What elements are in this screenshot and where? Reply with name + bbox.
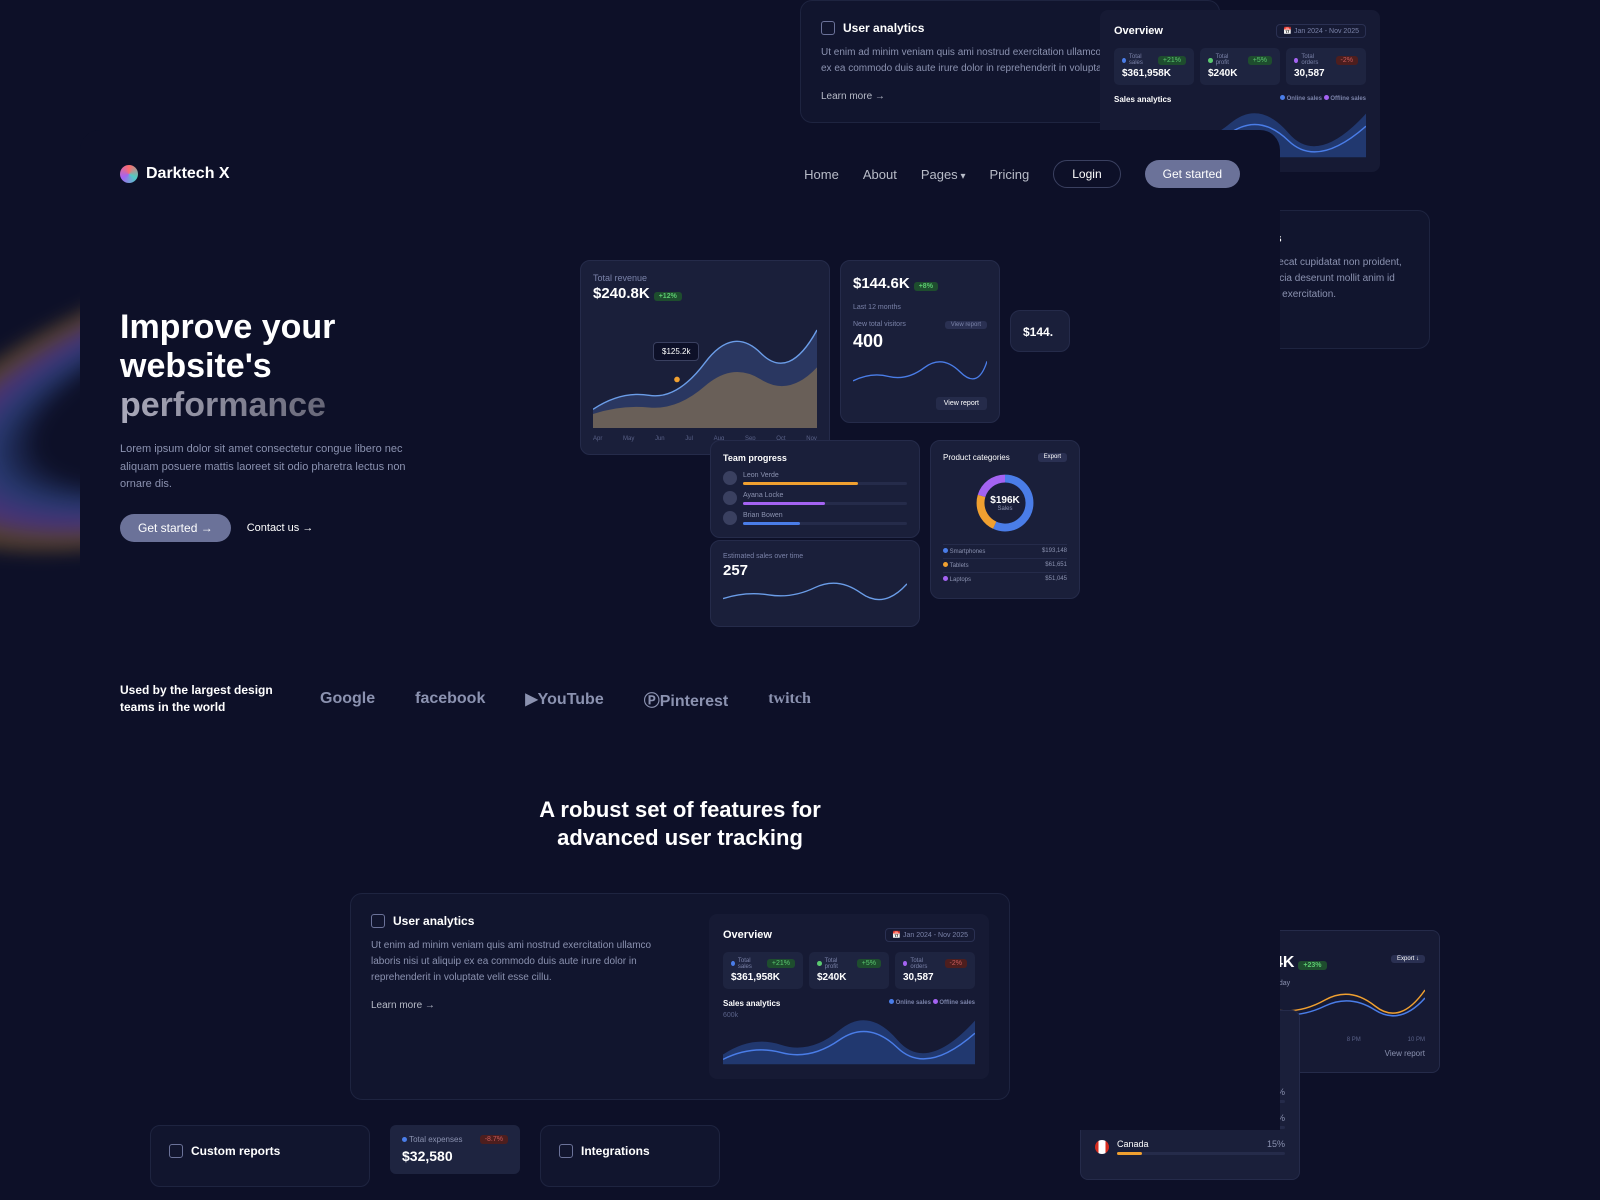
hero-cta[interactable]: Get started → (120, 514, 231, 542)
custom-reports-card: Custom reports (150, 1125, 370, 1187)
logo-facebook: facebook (415, 690, 485, 708)
date-range[interactable]: 📅 Jan 2024 - Nov 2025 (1276, 24, 1366, 38)
login-button[interactable]: Login (1053, 160, 1120, 188)
view-report-button[interactable]: View report (945, 321, 987, 329)
integrations-icon (559, 1144, 573, 1158)
export-button[interactable]: Export (1038, 453, 1067, 462)
logo-google: Google (320, 690, 375, 708)
overview-title: Overview (1114, 25, 1163, 37)
user-analytics-title: User analytics (843, 21, 924, 35)
stat-orders: Total orders-2%30,587 (1286, 48, 1366, 85)
integrations-card: Integrations (540, 1125, 720, 1187)
features-headline: A robust set of features foradvanced use… (120, 796, 1240, 853)
country-ca: Canada15% (1095, 1139, 1285, 1155)
hero-title: Improve yourwebsite'sperformance (120, 308, 420, 425)
sales-analytics-label: Sales analytics (1114, 95, 1171, 104)
learn-more-link[interactable]: Learn more → (371, 1000, 679, 1011)
team-progress-title: Team progress (723, 453, 907, 463)
view-report-button[interactable]: View report (936, 397, 987, 410)
contact-link[interactable]: Contact us → (247, 522, 314, 534)
nav-about[interactable]: About (863, 167, 897, 182)
nav-pricing[interactable]: Pricing (990, 167, 1030, 182)
hero-subtitle: Lorem ipsum dolor sit amet consectetur c… (120, 441, 420, 494)
stat-sales: Total sales+21%$361,958K (1114, 48, 1194, 85)
export-button[interactable]: Export ↓ (1391, 955, 1425, 963)
document-icon (169, 1144, 183, 1158)
logo-twitch: twitch (768, 690, 811, 708)
nav-pages[interactable]: Pages (921, 167, 966, 182)
feature-card-analytics: User analytics Ut enim ad minim veniam q… (350, 893, 1010, 1100)
chart-tooltip: $125.2k (653, 342, 699, 361)
logos-text: Used by the largest design teams in the … (120, 682, 280, 716)
logo-pinterest: ⓅPinterest (644, 687, 728, 711)
user-icon (821, 21, 835, 35)
date-range[interactable]: 📅 Jan 2024 - Nov 2025 (885, 928, 975, 942)
brand-logo[interactable]: Darktech X (120, 165, 230, 183)
stat-expenses: Total expenses-8.7%$32,580 (390, 1125, 520, 1174)
logo-youtube: ▶YouTube (525, 689, 603, 709)
stat-profit: Total profit+5%$240K (1200, 48, 1280, 85)
get-started-button[interactable]: Get started (1145, 160, 1240, 188)
user-icon (371, 914, 385, 928)
nav-home[interactable]: Home (804, 167, 839, 182)
